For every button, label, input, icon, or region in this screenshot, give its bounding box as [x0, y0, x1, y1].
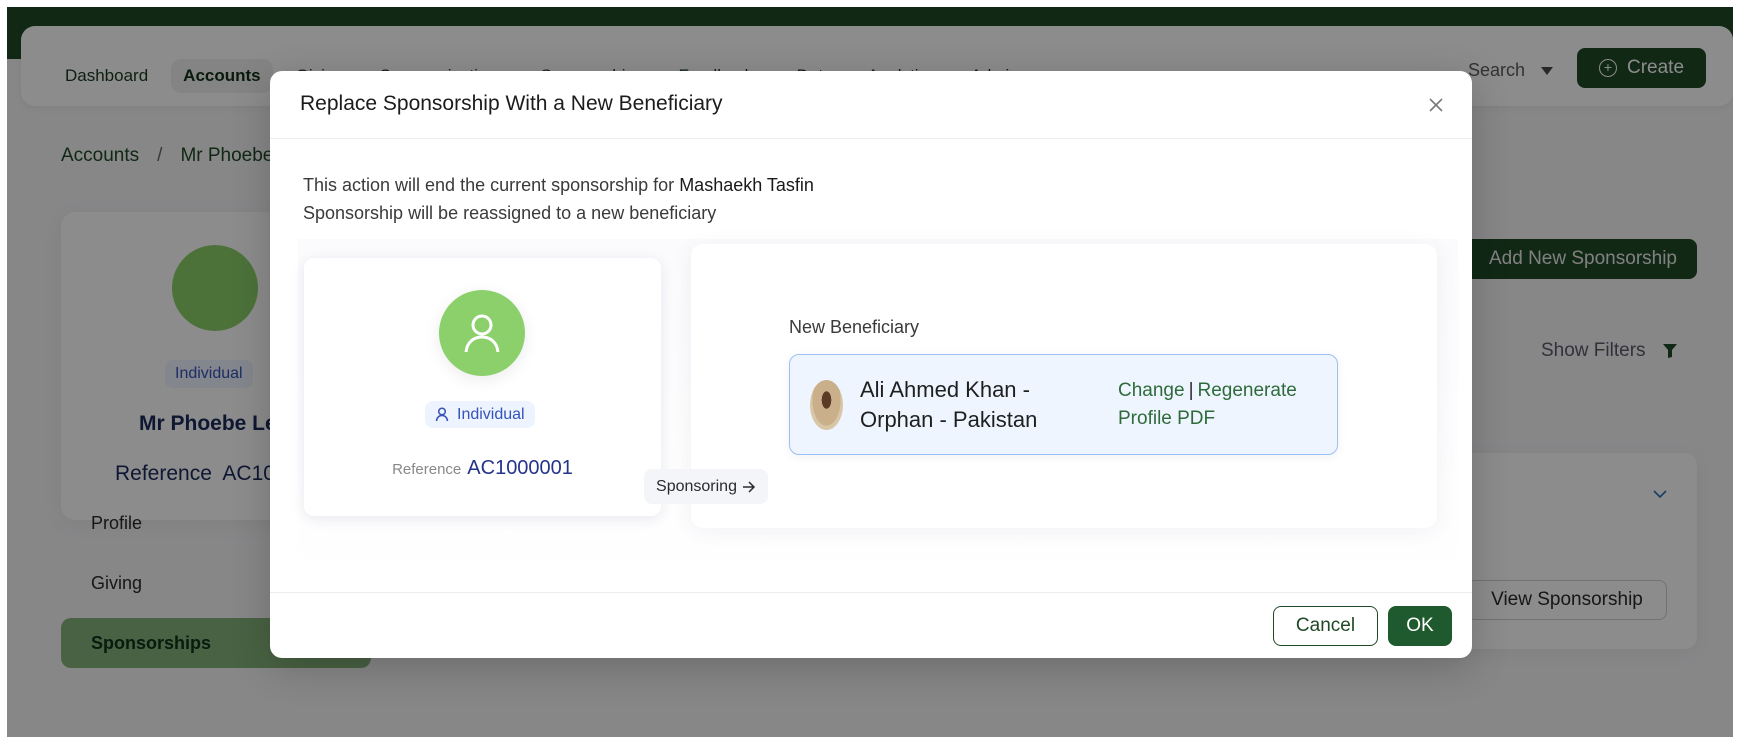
sponsor-reference-label: Reference [392, 461, 462, 478]
sponsor-reference: Reference AC1000001 [304, 457, 661, 480]
user-icon [464, 314, 500, 353]
change-link[interactable]: Change [1118, 380, 1185, 401]
intro-line-1: This action will end the current sponsor… [303, 171, 814, 199]
sponsoring-label: Sponsoring [656, 477, 737, 495]
beneficiary-photo [810, 380, 843, 430]
intro-prefix: This action will end the current sponsor… [303, 175, 680, 195]
modal-title: Replace Sponsorship With a New Beneficia… [300, 92, 723, 115]
sponsor-avatar [439, 290, 525, 376]
beneficiary-actions: Change | Regenerate Profile PDF [1118, 377, 1328, 433]
new-beneficiary-box: Ali Ahmed Khan - Orphan - Pakistan Chang… [789, 354, 1338, 455]
beneficiary-name: Ali Ahmed Khan - Orphan - Pakistan [860, 375, 1090, 435]
sponsoring-chip: Sponsoring [644, 469, 768, 504]
current-beneficiary-name: Mashaekh Tasfin [679, 175, 814, 195]
sponsor-type-label: Individual [457, 405, 525, 423]
replace-sponsorship-modal: Replace Sponsorship With a New Beneficia… [270, 71, 1472, 658]
sponsor-reference-value: AC1000001 [467, 457, 573, 479]
arrow-right-icon [742, 480, 756, 493]
beneficiary-name-line-1: Ali Ahmed Khan - [860, 377, 1030, 402]
cancel-button[interactable]: Cancel [1273, 606, 1378, 646]
user-icon [435, 407, 449, 422]
link-separator: | [1188, 380, 1194, 401]
ok-button[interactable]: OK [1388, 606, 1452, 646]
close-icon[interactable] [1426, 95, 1446, 115]
beneficiary-name-line-2: Orphan - Pakistan [860, 407, 1038, 432]
intro-line-2: Sponsorship will be reassigned to a new … [303, 203, 717, 223]
modal-header: Replace Sponsorship With a New Beneficia… [270, 71, 1472, 139]
sponsor-type-badge: Individual [425, 401, 535, 428]
modal-intro: This action will end the current sponsor… [303, 171, 814, 227]
new-beneficiary-label: New Beneficiary [789, 317, 920, 337]
